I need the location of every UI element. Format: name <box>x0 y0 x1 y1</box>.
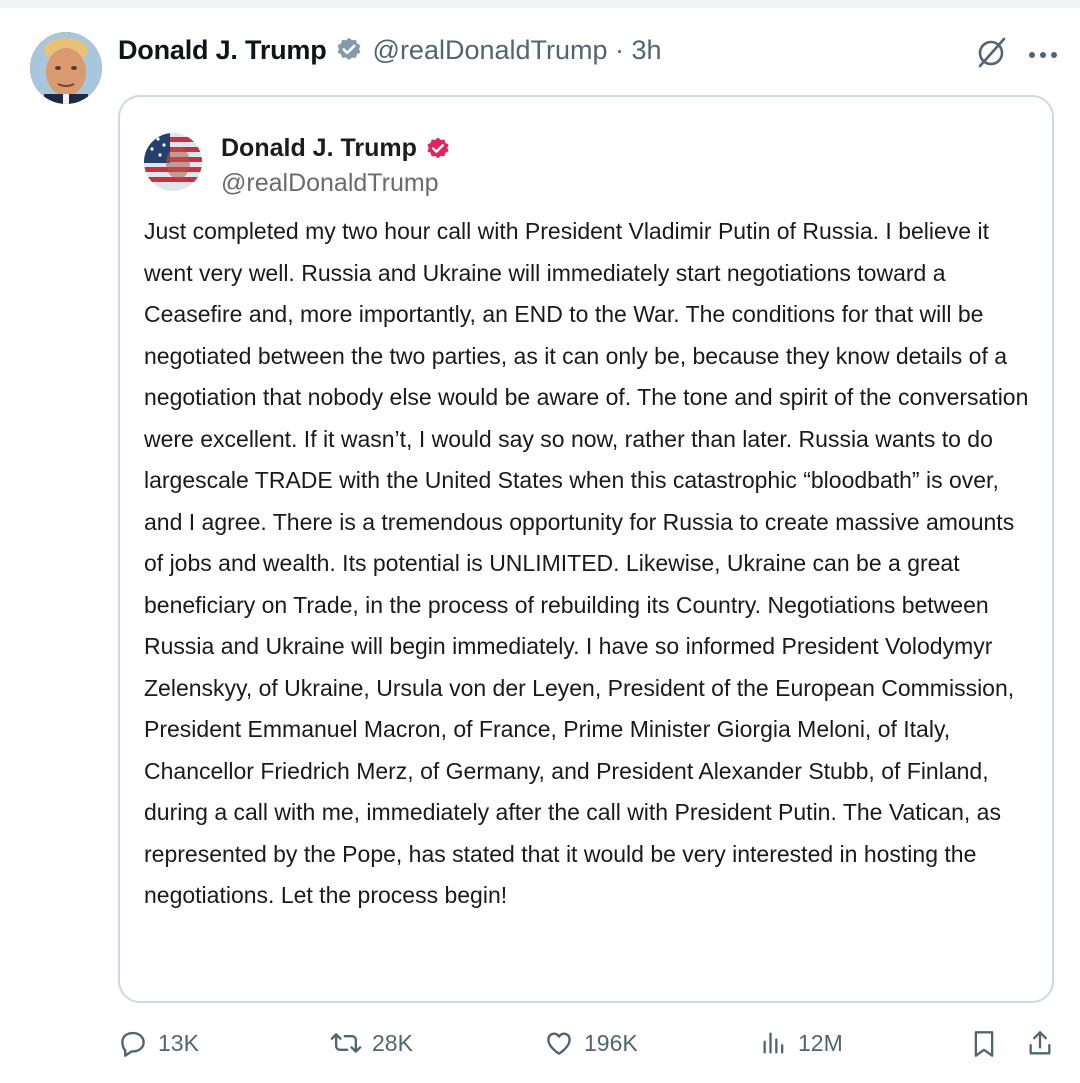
repost-button[interactable]: 28K <box>330 1028 413 1058</box>
repost-count: 28K <box>372 1029 413 1056</box>
author-handle-time[interactable]: @realDonaldTrump · 3h <box>373 35 662 66</box>
quoted-author-avatar[interactable] <box>144 133 202 191</box>
reply-count: 13K <box>158 1029 199 1056</box>
quoted-display-name[interactable]: Donald J. Trump <box>221 134 417 163</box>
quoted-handle[interactable]: @realDonaldTrump <box>221 169 439 198</box>
bookmark-icon <box>974 1031 994 1057</box>
truth-verified-badge-icon <box>425 136 451 162</box>
views-chart-icon <box>763 1032 784 1054</box>
header-actions <box>974 36 1058 75</box>
divider <box>0 0 1080 8</box>
author-avatar[interactable] <box>30 32 102 104</box>
quoted-author-row: Donald J. Trump <box>221 134 451 163</box>
like-button[interactable]: 196K <box>544 1028 638 1058</box>
heart-icon <box>547 1032 571 1055</box>
share-button[interactable] <box>1026 1028 1054 1060</box>
reply-icon <box>121 1031 145 1057</box>
share-icon <box>1029 1031 1051 1055</box>
more-icon[interactable] <box>1028 47 1058 65</box>
repost-icon <box>330 1033 362 1053</box>
quoted-post-text: Just completed my two hour call with Pre… <box>144 218 1035 908</box>
verified-badge-icon <box>335 36 363 64</box>
grok-slash-icon[interactable] <box>974 36 1008 75</box>
quoted-post-card[interactable]: Donald J. Trump @realDonaldTrump Just co… <box>118 95 1054 1003</box>
post-header: Donald J. Trump @realDonaldTrump · 3h <box>118 30 662 70</box>
bookmark-button[interactable] <box>970 1028 998 1060</box>
post-action-bar: 13K 28K 196K 12M <box>118 1028 1064 1068</box>
views-count: 12M <box>798 1029 843 1056</box>
flag-portrait-icon <box>144 133 202 191</box>
avatar-portrait-icon <box>30 32 102 104</box>
post-page: Donald J. Trump @realDonaldTrump · 3h Do… <box>0 0 1080 1083</box>
like-count: 196K <box>584 1029 638 1056</box>
author-display-name[interactable]: Donald J. Trump <box>118 35 327 66</box>
reply-button[interactable]: 13K <box>118 1028 199 1058</box>
views-button[interactable]: 12M <box>760 1028 843 1058</box>
